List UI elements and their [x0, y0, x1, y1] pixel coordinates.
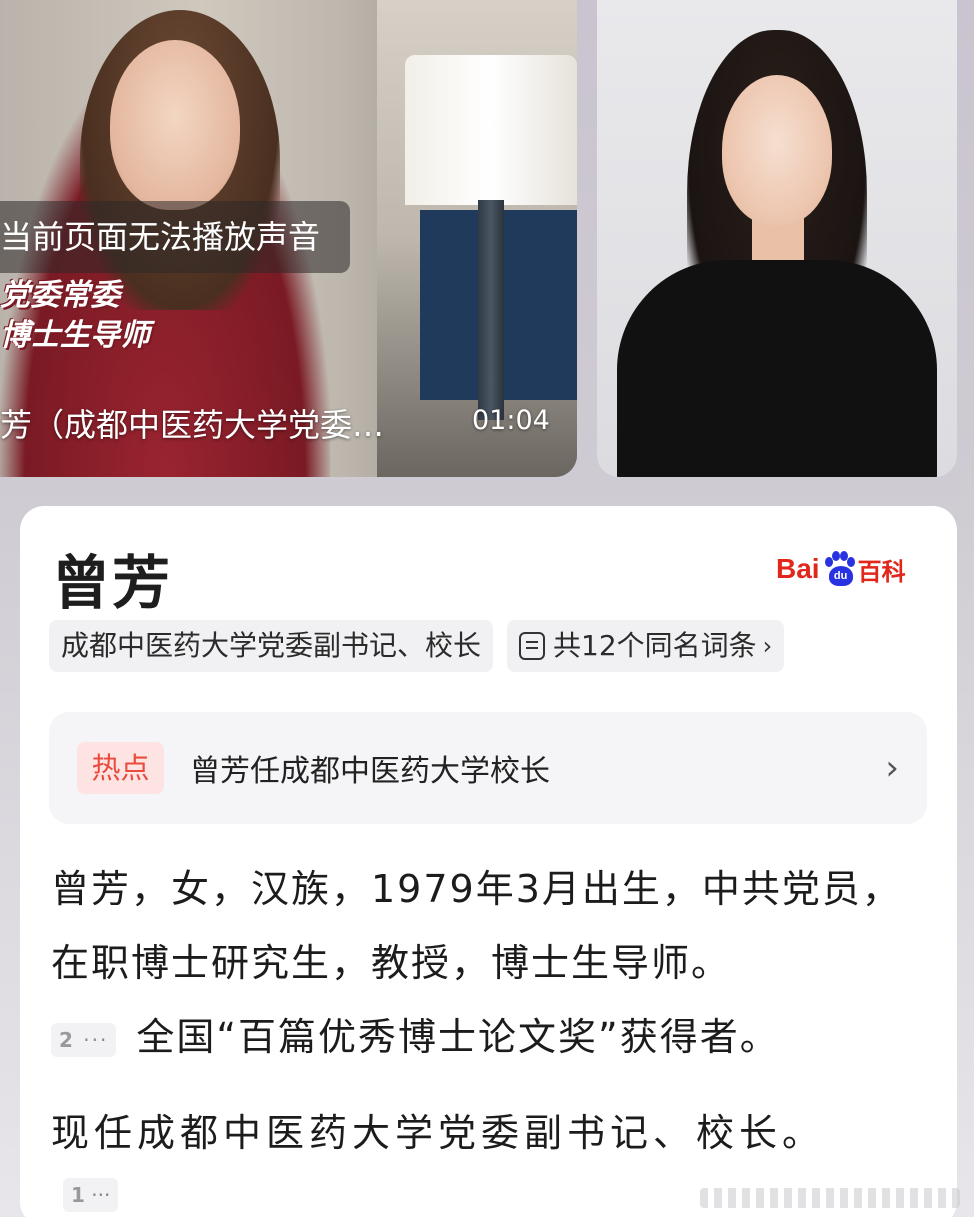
portrait-face	[722, 75, 832, 225]
reference-marker[interactable]: 2 ···	[51, 1022, 117, 1057]
entry-description-text: 成都中医药大学党委副书记、校长	[61, 629, 482, 662]
lamp-pole	[478, 200, 504, 420]
baidu-baike-logo[interactable]: Bai du 百科	[776, 542, 906, 596]
summary-paragraph-2: 现任成都中医药大学党委副书记、校长。	[51, 1111, 826, 1155]
reference-marker[interactable]: 1 ···	[63, 1178, 119, 1212]
portrait-photo[interactable]	[597, 0, 957, 477]
hot-news-text: 曾芳任成都中医药大学校长	[190, 754, 550, 789]
entry-tag-row: 成都中医药大学党委副书记、校长 共12个同名词条 ›	[49, 620, 785, 672]
video-title: 芳（成都中医药大学党委…	[0, 406, 385, 444]
watermark	[700, 1188, 960, 1208]
person-face	[110, 40, 240, 210]
entry-description-tag[interactable]: 成都中医药大学党委副书记、校长	[49, 620, 494, 672]
same-name-entries-button[interactable]: 共12个同名词条 ›	[507, 620, 785, 672]
baidu-paw-icon: du	[821, 551, 857, 587]
video-caption-line2: 博士生导师	[0, 318, 150, 353]
summary-text-main: 曾芳，女，汉族，1979年3月出生，中共党员，在职博士研究生，教授，博士生导师。	[51, 867, 902, 985]
summary-text-tail: 全国“百篇优秀博士论文奖”获得者。	[136, 1015, 780, 1059]
video-caption-line1: 党委常委	[0, 278, 120, 313]
baike-entry-card: 曾芳 Bai du 百科 成都中医药大学党委副书记、校长 共12个同名词条 › …	[20, 506, 957, 1217]
sound-unavailable-notice: 当前页面无法播放声音	[0, 201, 351, 273]
logo-du-text: du	[828, 566, 853, 586]
video-thumbnail[interactable]: 当前页面无法播放声音 党委常委 博士生导师 芳（成都中医药大学党委… 01:04	[0, 0, 577, 477]
hot-badge: 热点	[77, 742, 164, 794]
chevron-right-icon: ›	[885, 748, 899, 788]
hot-news-banner[interactable]: 热点 曾芳任成都中医药大学校长 ›	[49, 712, 927, 824]
chevron-right-icon: ›	[762, 632, 773, 660]
lamp-shade	[405, 55, 577, 205]
logo-bai-text: Bai	[776, 553, 820, 584]
same-name-entries-label: 共12个同名词条	[553, 629, 757, 662]
summary-paragraph-1: 曾芳，女，汉族，1979年3月出生，中共党员，在职博士研究生，教授，博士生导师。…	[51, 852, 931, 1074]
video-duration: 01:04	[472, 405, 550, 436]
portrait-body	[617, 260, 937, 477]
document-list-icon	[519, 632, 546, 660]
logo-baike-text: 百科	[857, 557, 906, 586]
entry-title: 曾芳	[52, 549, 173, 617]
